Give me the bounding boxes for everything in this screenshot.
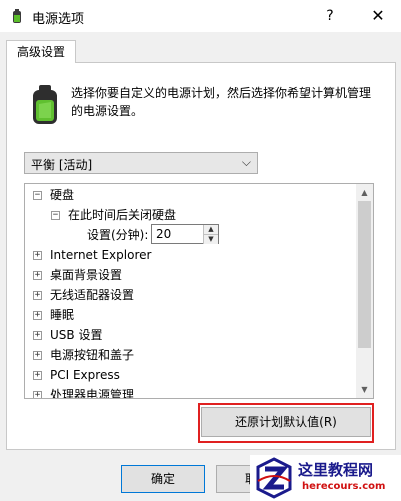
window-title: 电源选项 [32,12,85,27]
tree-item-desktop-background[interactable]: + 桌面背景设置 [33,265,122,285]
scroll-down-icon[interactable]: ▼ [356,381,373,398]
tree-scrollbar[interactable]: ▲ ▼ [356,184,373,398]
close-button[interactable]: ✕ [358,2,398,30]
spin-down-icon[interactable]: ▼ [203,234,218,244]
tree-item-hard-disk[interactable]: − 硬盘 [33,185,74,205]
chevron-down-icon: ⌵ [241,155,251,169]
title-bar: 电源选项 ? ✕ [0,0,401,32]
expand-icon[interactable]: + [33,391,42,398]
tree-item-minutes-label: 设置(分钟): [87,228,149,242]
expand-icon[interactable]: + [33,351,42,360]
expand-icon[interactable]: + [33,291,42,300]
minutes-value[interactable]: 20 [156,227,171,241]
battery-app-icon [13,9,21,23]
watermark: 这里教程网 herecours.com [250,455,401,501]
tree-item-usb-settings[interactable]: + USB 设置 [33,325,102,345]
collapse-icon[interactable]: − [51,211,60,220]
expand-icon[interactable]: + [33,331,42,340]
scrollbar-thumb[interactable] [358,201,371,348]
spin-up-icon[interactable]: ▲ [203,225,218,234]
watermark-en-text: herecours.com [302,481,386,492]
collapse-icon[interactable]: − [33,191,42,200]
scroll-up-icon[interactable]: ▲ [356,184,373,201]
tree-item-sleep[interactable]: + 睡眠 [33,305,74,325]
tab-advanced-settings[interactable]: 高级设置 [6,40,76,63]
tree-item-pci-express[interactable]: + PCI Express [33,365,120,385]
settings-tree[interactable]: − 硬盘 − 在此时间后关闭硬盘 设置(分钟): 20 ▲ ▼ + Internet … [24,183,374,399]
ok-button[interactable]: 确定 [121,465,205,493]
tree-item-power-buttons-lid[interactable]: + 电源按钮和盖子 [33,345,134,365]
tree-item-processor-power[interactable]: + 处理器电源管理 [33,385,134,398]
power-plan-value: 平衡 [活动] [31,158,93,172]
help-button[interactable]: ? [310,2,350,30]
tree-item-turn-off-disk[interactable]: − 在此时间后关闭硬盘 [51,205,176,225]
tree-item-internet-explorer[interactable]: + Internet Explorer [33,245,151,265]
expand-icon[interactable]: + [33,251,42,260]
expand-icon[interactable]: + [33,311,42,320]
restore-defaults-button[interactable]: 还原计划默认值(R) [201,407,371,437]
intro-text: 选择你要自定义的电源计划，然后选择你希望计算机管理的电源设置。 [71,86,372,118]
watermark-cn-text: 这里教程网 [298,461,374,479]
minutes-stepper[interactable]: 20 ▲ ▼ [151,224,219,244]
tree-item-wireless-adapter[interactable]: + 无线适配器设置 [33,285,134,305]
expand-icon[interactable]: + [33,271,42,280]
power-plan-battery-icon [33,85,57,124]
watermark-logo-icon [256,457,292,499]
power-plan-dropdown[interactable]: 平衡 [活动] ⌵ [24,152,258,174]
expand-icon[interactable]: + [33,371,42,380]
